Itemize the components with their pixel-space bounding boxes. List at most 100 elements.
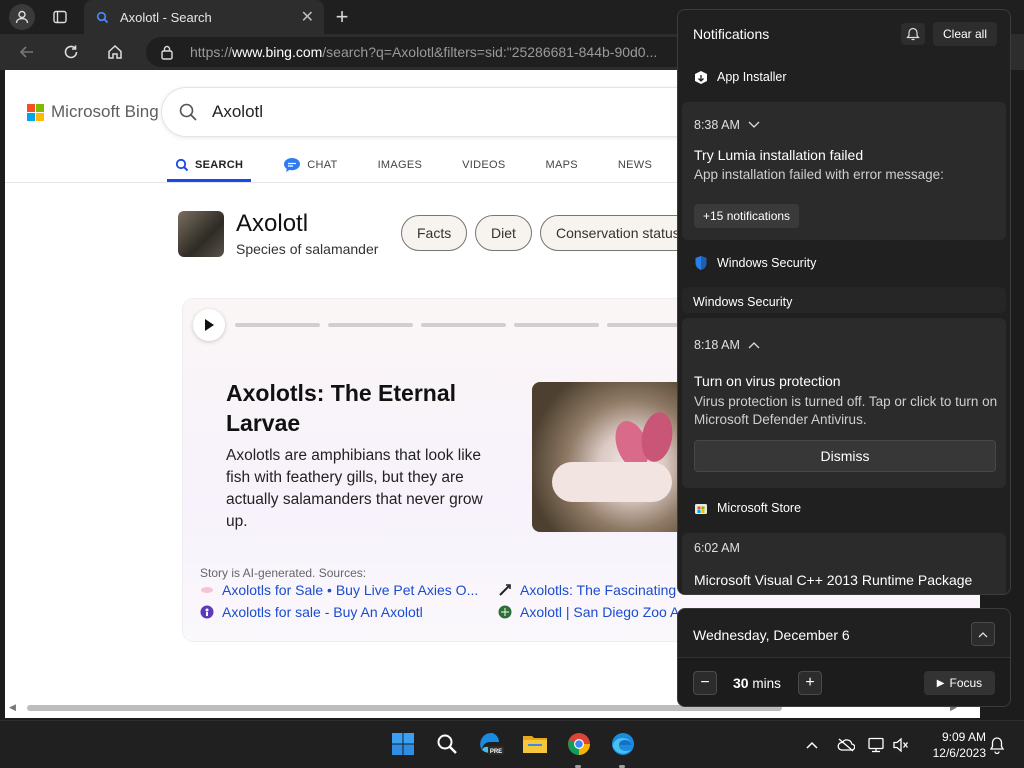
focus-duration: 30 mins (733, 675, 781, 691)
search-icon (175, 158, 189, 172)
tab-close-icon[interactable]: ✕ (301, 7, 314, 27)
lock-icon (160, 44, 176, 60)
play-story-button[interactable] (193, 309, 225, 341)
focus-increase-button[interactable]: + (798, 671, 822, 695)
show-hidden-icons-button[interactable] (802, 735, 822, 755)
app-installer-group-header: App Installer (693, 69, 786, 85)
microsoft-logo-icon (27, 103, 44, 121)
dismiss-button[interactable]: Dismiss (694, 440, 996, 472)
scope-chat[interactable]: CHAT (283, 148, 337, 182)
tab-actions-button[interactable] (50, 7, 70, 27)
notification-heading: Try Lumia installation failed (694, 147, 864, 163)
search-scopes: SEARCH CHAT IMAGES VIDEOS MAPS NEWS (166, 148, 692, 182)
notification-header: Notifications Clear all (678, 10, 1010, 56)
story-progress-segment[interactable] (235, 323, 320, 327)
source-link[interactable]: Axolotls: The Fascinating (498, 582, 676, 598)
source-link[interactable]: Axolotls for sale - Buy An Axolotl (200, 604, 423, 620)
tab-axolotl-search[interactable]: Axolotl - Search ✕ (84, 0, 324, 34)
home-icon (108, 44, 122, 59)
play-icon (205, 319, 214, 331)
edge-button[interactable] (610, 731, 636, 757)
refresh-button[interactable] (60, 41, 82, 63)
clock-time: 9:09 AM (941, 730, 986, 744)
scope-maps[interactable]: MAPS (546, 148, 578, 182)
search-icon (437, 734, 457, 754)
source-favicon-icon (200, 605, 214, 619)
volume-button[interactable] (891, 735, 911, 755)
story-title: Axolotls: The Eternal Larvae (226, 380, 457, 436)
source-link[interactable]: Axolotl | San Diego Zoo A (498, 604, 679, 620)
home-button[interactable] (104, 41, 126, 63)
calendar-collapse-button[interactable] (971, 622, 995, 646)
chevron-up-icon[interactable] (748, 341, 760, 349)
windows-start-icon (392, 733, 414, 755)
focus-decrease-button[interactable]: − (693, 671, 717, 695)
svg-text:PRE: PRE (490, 749, 502, 755)
more-notifications-button[interactable]: +15 notifications (694, 204, 800, 228)
microsoft-store-notification[interactable]: 6:02 AM Microsoft Visual C++ 2013 Runtim… (682, 533, 1006, 594)
chevron-down-icon[interactable] (748, 121, 760, 129)
windows-security-shield-icon (693, 255, 709, 271)
notification-heading: Microsoft Visual C++ 2013 Runtime Packag… (694, 572, 973, 588)
notification-time: 8:18 AM (694, 338, 760, 352)
clear-all-button[interactable]: Clear all (933, 22, 997, 46)
notification-heading: Turn on virus protection (694, 373, 841, 389)
scope-news[interactable]: NEWS (618, 148, 652, 182)
calendar-flyout: Wednesday, December 6 − 30 mins + ▶ Focus (677, 608, 1011, 707)
volume-muted-icon (893, 737, 909, 753)
entity-header: Axolotl Species of salamander (178, 210, 378, 257)
notification-bell-button[interactable] (987, 735, 1007, 755)
tab-title: Axolotl - Search (120, 9, 212, 25)
entity-thumbnail[interactable] (178, 210, 224, 257)
sources-label: Story is AI-generated. Sources: (200, 566, 367, 580)
network-button[interactable] (866, 735, 886, 755)
microsoft-store-icon (693, 500, 709, 516)
entity-subtitle: Species of salamander (236, 241, 379, 257)
focus-button[interactable]: ▶ Focus (924, 671, 995, 695)
scrollbar-thumb[interactable] (27, 705, 782, 711)
notification-sub-label: Windows Security (693, 295, 793, 309)
search-query-text: Axolotl (212, 102, 264, 121)
edge-preview-icon: PRE (480, 733, 504, 755)
app-installer-notification[interactable]: 8:38 AM Try Lumia installation failed Ap… (682, 102, 1006, 240)
scope-videos[interactable]: VIDEOS (462, 148, 505, 182)
story-progress-segment[interactable] (514, 323, 599, 327)
address-bar[interactable]: https://www.bing.com/search?q=Axolotl&fi… (146, 37, 706, 67)
back-arrow-icon (19, 46, 33, 58)
microsoft-bing-logo[interactable]: Microsoft Bing (27, 102, 159, 122)
chrome-button[interactable] (566, 731, 592, 757)
new-tab-button[interactable]: + (330, 4, 354, 30)
microsoft-store-group-header: Microsoft Store (693, 500, 801, 516)
taskbar-search-button[interactable] (434, 731, 460, 757)
notification-body: App installation failed with error messa… (694, 167, 944, 182)
story-body: Axolotls are amphibians that look like f… (226, 447, 483, 530)
notification-time: 8:38 AM (694, 118, 760, 132)
chrome-icon (568, 733, 590, 755)
notification-settings-button[interactable] (901, 23, 925, 45)
source-link[interactable]: Axolotls for Sale • Buy Live Pet Axies O… (200, 582, 478, 598)
app-installer-icon (693, 69, 709, 85)
chip-conservation-status[interactable]: Conservation status (540, 215, 696, 251)
chip-diet[interactable]: Diet (475, 215, 532, 251)
edge-preview-app-button[interactable]: PRE (478, 731, 504, 757)
notification-body: Virus protection is turned off. Tap or c… (694, 394, 998, 427)
notifications-title: Notifications (693, 26, 770, 42)
search-input[interactable]: Axolotl (162, 88, 722, 136)
profile-button[interactable] (9, 4, 35, 30)
story-progress-segment[interactable] (328, 323, 413, 327)
windows-security-notification[interactable]: 8:18 AM Turn on virus protection Virus p… (682, 318, 1006, 488)
profile-icon (15, 10, 29, 24)
bell-icon (989, 737, 1005, 754)
chip-facts[interactable]: Facts (401, 215, 468, 251)
back-button[interactable] (16, 41, 38, 63)
clock-date: 12/6/2023 (932, 746, 986, 760)
scope-images[interactable]: IMAGES (378, 148, 423, 182)
address-url: https://www.bing.com/search?q=Axolotl&fi… (190, 44, 658, 60)
file-explorer-button[interactable] (522, 731, 548, 757)
start-button[interactable] (390, 731, 416, 757)
scroll-left-icon[interactable]: ◀ (9, 702, 16, 713)
taskbar-clock[interactable]: 9:09 AM 12/6/2023 (920, 729, 986, 761)
scope-search[interactable]: SEARCH (166, 148, 252, 182)
onedrive-button[interactable] (836, 735, 856, 755)
story-progress-segment[interactable] (421, 323, 506, 327)
